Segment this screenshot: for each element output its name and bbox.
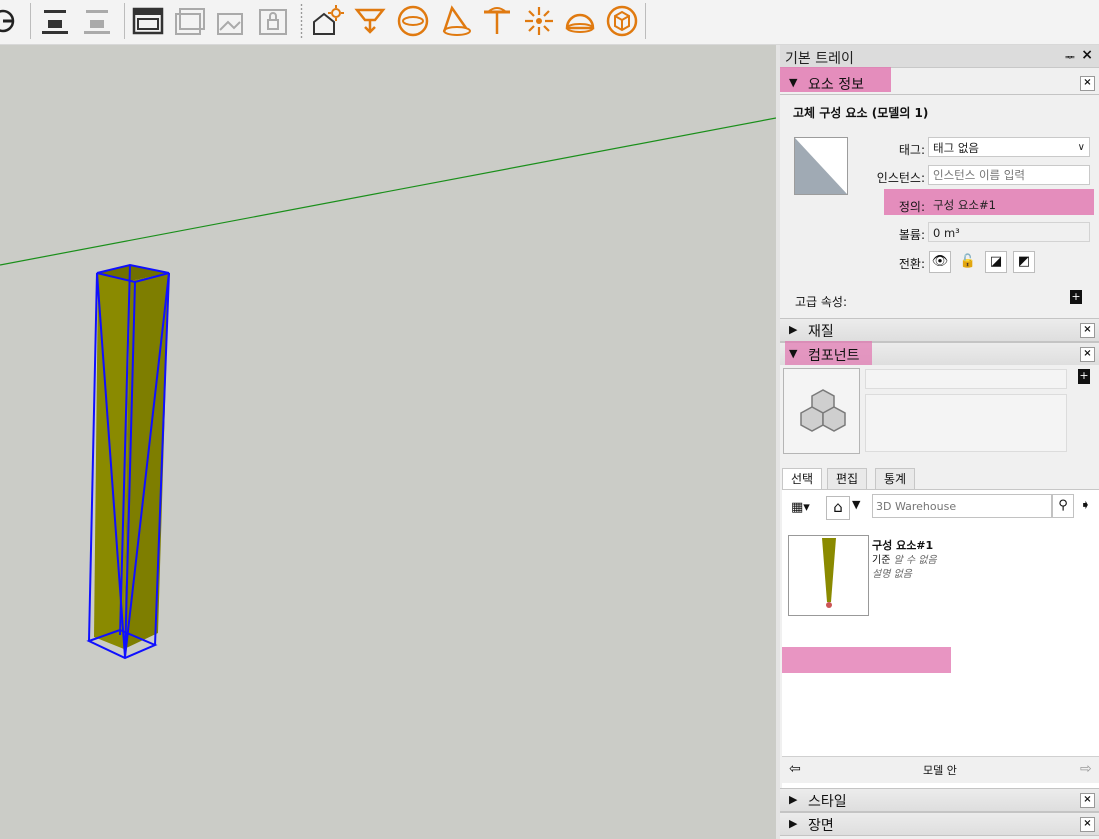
components-title: 컴포넌트 bbox=[808, 348, 860, 364]
component-nav-bar: ⇦ 모델 안 ⇨ bbox=[782, 756, 1099, 783]
home-icon[interactable]: ⌂ bbox=[826, 496, 850, 520]
component-name-field[interactable] bbox=[865, 369, 1067, 389]
close-icon[interactable]: × bbox=[1081, 47, 1093, 63]
view-options-icon[interactable]: ▦▾ bbox=[791, 498, 817, 518]
expand-plus-icon[interactable]: + bbox=[1070, 290, 1082, 304]
back-arrow-icon[interactable]: ⇦ bbox=[789, 761, 801, 777]
tab-select[interactable]: 선택 bbox=[782, 468, 823, 490]
instance-label: 인스턴스: bbox=[876, 171, 925, 185]
panel-close-icon[interactable]: × bbox=[1080, 347, 1095, 362]
volume-label: 볼륨: bbox=[898, 228, 925, 242]
tray-title: 기본 트레이 bbox=[785, 51, 854, 67]
model-viewport[interactable] bbox=[0, 45, 776, 839]
eye-icon[interactable]: 👁 bbox=[929, 251, 951, 273]
collapsed-arrow-icon: ▶ bbox=[789, 793, 798, 806]
forward-arrow-icon[interactable]: ⇨ bbox=[1080, 761, 1092, 777]
light-spot-icon[interactable] bbox=[353, 4, 387, 38]
component-list-area: ▦▾ ⌂ ▼ ⚲ ➧ 구성 요소#1 기준 알 수 없음 설명 없음 bbox=[782, 489, 1099, 796]
component-window-icon[interactable] bbox=[172, 4, 206, 38]
styles-title: 스타일 bbox=[808, 794, 847, 810]
main-toolbar bbox=[0, 0, 1099, 45]
entity-thumbnail bbox=[794, 137, 848, 195]
definition-label: 정의: bbox=[898, 200, 925, 214]
box-icon[interactable] bbox=[605, 4, 639, 38]
collapsed-arrow-icon: ▶ bbox=[789, 323, 798, 336]
lock-window-icon[interactable] bbox=[256, 4, 290, 38]
component-description-field[interactable] bbox=[865, 394, 1067, 452]
instance-name-input[interactable] bbox=[928, 165, 1090, 185]
cone-light-icon[interactable] bbox=[438, 4, 472, 38]
pin-icon[interactable]: ᆓ bbox=[1065, 49, 1075, 65]
entity-info-title: 요소 정보 bbox=[808, 77, 864, 93]
component-preview bbox=[783, 368, 860, 454]
dome-icon[interactable] bbox=[563, 4, 597, 38]
sphere-icon[interactable] bbox=[396, 4, 430, 38]
scenes-header[interactable]: ▶ 장면 × bbox=[780, 812, 1099, 836]
definition-value: 구성 요소#1 bbox=[933, 198, 996, 212]
scenes-title: 장면 bbox=[808, 818, 834, 834]
receive-shadow-icon[interactable]: ◪ bbox=[985, 251, 1007, 273]
advanced-label: 고급 속성: bbox=[795, 295, 848, 309]
tag-label: 태그: bbox=[898, 143, 925, 157]
collapsed-arrow-icon: ▶ bbox=[789, 817, 798, 830]
expanded-arrow-icon: ▼ bbox=[789, 347, 798, 360]
component-item-thumbnail bbox=[788, 535, 869, 616]
sun-burst-icon[interactable] bbox=[522, 4, 556, 38]
entity-subtitle: 고체 구성 요소 (모델의 1) bbox=[793, 106, 929, 120]
tray-title-bar: 기본 트레이 ᆓ × bbox=[780, 45, 1099, 68]
cast-shadow-icon[interactable]: ◩ bbox=[1013, 251, 1035, 273]
lamp-icon[interactable] bbox=[480, 4, 514, 38]
window-camera-icon[interactable] bbox=[131, 4, 165, 38]
expanded-arrow-icon: ▼ bbox=[789, 76, 798, 89]
entity-info-body: 고체 구성 요소 (모델의 1) 태그: 태그 없음 ∨ 인스턴스: 정의: 구… bbox=[780, 95, 1099, 317]
section-plane-icon[interactable] bbox=[38, 4, 72, 38]
orbit-icon[interactable] bbox=[0, 4, 20, 38]
entity-info-header[interactable]: ▼ 요소 정보 × bbox=[780, 72, 1099, 95]
default-tray: 기본 트레이 ᆓ × ▼ 요소 정보 × 고체 구성 요소 (모델의 1) 태그… bbox=[780, 45, 1099, 839]
panel-close-icon[interactable]: × bbox=[1080, 323, 1095, 338]
tab-statistics[interactable]: 통계 bbox=[875, 468, 916, 489]
panel-close-icon[interactable]: × bbox=[1080, 793, 1095, 808]
highlight-mark bbox=[782, 647, 951, 673]
materials-title: 재질 bbox=[808, 324, 834, 340]
panel-close-icon[interactable]: × bbox=[1080, 76, 1095, 91]
section-display-icon[interactable] bbox=[80, 4, 114, 38]
component-item-source: 기준 알 수 없음 bbox=[872, 551, 937, 566]
details-arrow-icon[interactable]: ➧ bbox=[1080, 498, 1091, 513]
search-icon[interactable]: ⚲ bbox=[1052, 494, 1074, 518]
volume-value: 0 m³ bbox=[933, 226, 960, 240]
definition-input[interactable]: 구성 요소#1 bbox=[928, 194, 1090, 214]
scene-light-icon[interactable] bbox=[310, 4, 344, 38]
volume-field: 0 m³ bbox=[928, 222, 1090, 242]
styles-header[interactable]: ▶ 스타일 × bbox=[780, 788, 1099, 812]
component-item-description: 설명 없음 bbox=[872, 569, 912, 580]
search-input[interactable] bbox=[872, 494, 1052, 518]
tab-edit[interactable]: 편집 bbox=[827, 468, 868, 489]
nav-location-label: 모델 안 bbox=[923, 764, 957, 777]
components-cubes-icon bbox=[800, 389, 846, 432]
chevron-down-icon[interactable]: ▼ bbox=[852, 498, 860, 511]
detail-plus-icon[interactable]: + bbox=[1078, 369, 1090, 384]
green-axis-line bbox=[0, 117, 776, 266]
chevron-down-icon: ∨ bbox=[1077, 142, 1085, 153]
components-header[interactable]: ▼ 컴포넌트 × bbox=[780, 342, 1099, 366]
window-icon[interactable] bbox=[214, 4, 248, 38]
tag-select[interactable]: 태그 없음 ∨ bbox=[928, 137, 1090, 157]
toggle-label: 전환: bbox=[898, 257, 925, 271]
lock-icon[interactable]: 🔓 bbox=[957, 251, 979, 273]
panel-close-icon[interactable]: × bbox=[1080, 817, 1095, 832]
materials-header[interactable]: ▶ 재질 × bbox=[780, 318, 1099, 342]
component-list-item[interactable]: 구성 요소#1 기준 알 수 없음 설명 없음 bbox=[786, 535, 1086, 617]
tag-value: 태그 없음 bbox=[933, 141, 979, 155]
